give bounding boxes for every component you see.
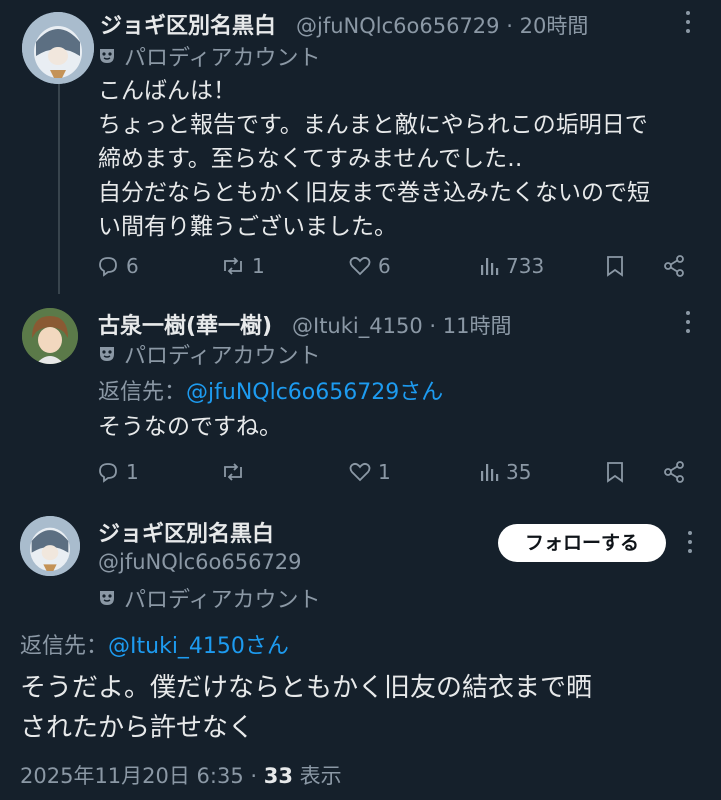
like-button[interactable]: 1 [348,460,391,484]
tweet-meta: @jfuNQlc6o656729 · 20時間 [296,10,588,40]
more-icon[interactable] [682,8,694,36]
reply-icon [96,254,120,278]
like-count: 1 [378,460,391,484]
body-line: 自分だならともかく旧友まで巻き込みたくないので短 [98,180,650,206]
reply-icon [96,460,120,484]
retweet-icon [220,460,246,484]
views-count: 733 [506,254,545,278]
author-handle[interactable]: @jfuNQlc6o656729 [98,550,302,574]
like-button[interactable]: 6 [348,254,391,278]
parody-mask-icon [98,47,116,65]
tweet-meta: @Ituki_4150 · 11時間 [292,310,511,340]
reply-button[interactable]: 6 [96,254,139,278]
tweet-date: 2025年11月20日 6:35 · 33 表示 [20,760,342,790]
body-line: い間有り難うございました。 [98,214,397,240]
body-line: こんばんは！ [98,78,236,104]
reply-to-prefix: 返信先： [20,634,109,659]
more-icon[interactable] [684,528,696,556]
timestamp[interactable]: 20時間 [520,14,589,38]
avatar[interactable] [20,516,80,576]
parody-label: パロディアカウント [98,582,320,614]
tweet-body: そうなのですね。 [98,414,282,440]
parody-mask-icon [98,345,116,363]
bookmark-icon [604,460,626,484]
view-count: 33 [263,764,293,788]
views-count: 35 [506,460,532,484]
views-button[interactable]: 733 [478,254,544,278]
views-button[interactable]: 35 [478,460,531,484]
more-icon[interactable] [682,308,694,336]
timestamp[interactable]: 2025年11月20日 6:35 · [20,764,264,788]
views-icon [478,254,500,278]
retweet-icon [220,254,246,278]
like-count: 6 [378,254,391,278]
separator: · [429,314,437,338]
reply-count: 1 [126,460,139,484]
action-bar: 6 1 6 733 [0,252,721,280]
retweet-count: 1 [252,254,265,278]
author-name[interactable]: ジョギ区別名黒白 [100,8,276,40]
reply-to-mention[interactable]: @jfuNQlc6o656729さん [186,380,443,405]
view-label: 表示 [292,764,342,788]
share-button[interactable] [662,254,686,278]
bookmark-icon [604,254,626,278]
bookmark-button[interactable] [604,460,626,484]
views-icon [478,460,500,484]
body-line: 締めます。至らなくてすみませんでした‥ [98,146,523,172]
follow-button[interactable]: フォローする [498,524,666,562]
parody-text: パロディアカウント [124,344,321,369]
reply-to-mention[interactable]: @Ituki_4150さん [108,634,289,659]
retweet-button[interactable]: 1 [220,254,265,278]
bookmark-button[interactable] [604,254,626,278]
author-handle[interactable]: @Ituki_4150 [292,314,423,338]
parody-text: パロディアカウント [124,46,321,71]
body-line: そうだよ。僕だけならともかく旧友の結衣まで晒 [20,673,593,703]
avatar[interactable] [22,308,78,364]
timestamp[interactable]: 11時間 [443,314,512,338]
like-icon [348,254,372,278]
author-name[interactable]: 古泉一樹(華一樹) [98,308,272,340]
body-line: されたから許せなく [20,713,255,743]
parody-text: パロディアカウント [124,588,321,613]
reply-button[interactable]: 1 [96,460,139,484]
avatar[interactable] [22,12,94,84]
author-handle[interactable]: @jfuNQlc6o656729 [296,14,500,38]
body-line: ちょっと報告です。まんまと敵にやられこの垢明日で [98,112,648,138]
author-name[interactable]: ジョギ区別名黒白 [98,516,274,548]
like-icon [348,460,372,484]
share-button[interactable] [662,460,686,484]
reply-to: 返信先：@Ituki_4150さん [20,628,289,660]
reply-to: 返信先：@jfuNQlc6o656729さん [98,374,443,406]
tweet-body: こんばんは！ ちょっと報告です。まんまと敵にやられこの垢明日で 締めます。至らな… [98,74,708,244]
reply-count: 6 [126,254,139,278]
tweet-body: そうだよ。僕だけならともかく旧友の結衣まで晒 されたから許せなく [20,668,710,748]
share-icon [662,254,686,278]
retweet-button[interactable] [220,460,252,484]
share-icon [662,460,686,484]
separator: · [506,14,513,38]
action-bar: 1 1 35 [0,458,721,486]
parody-label: パロディアカウント [98,338,320,370]
parody-mask-icon [98,589,116,607]
parody-label: パロディアカウント [98,40,320,72]
reply-to-prefix: 返信先： [98,380,187,405]
